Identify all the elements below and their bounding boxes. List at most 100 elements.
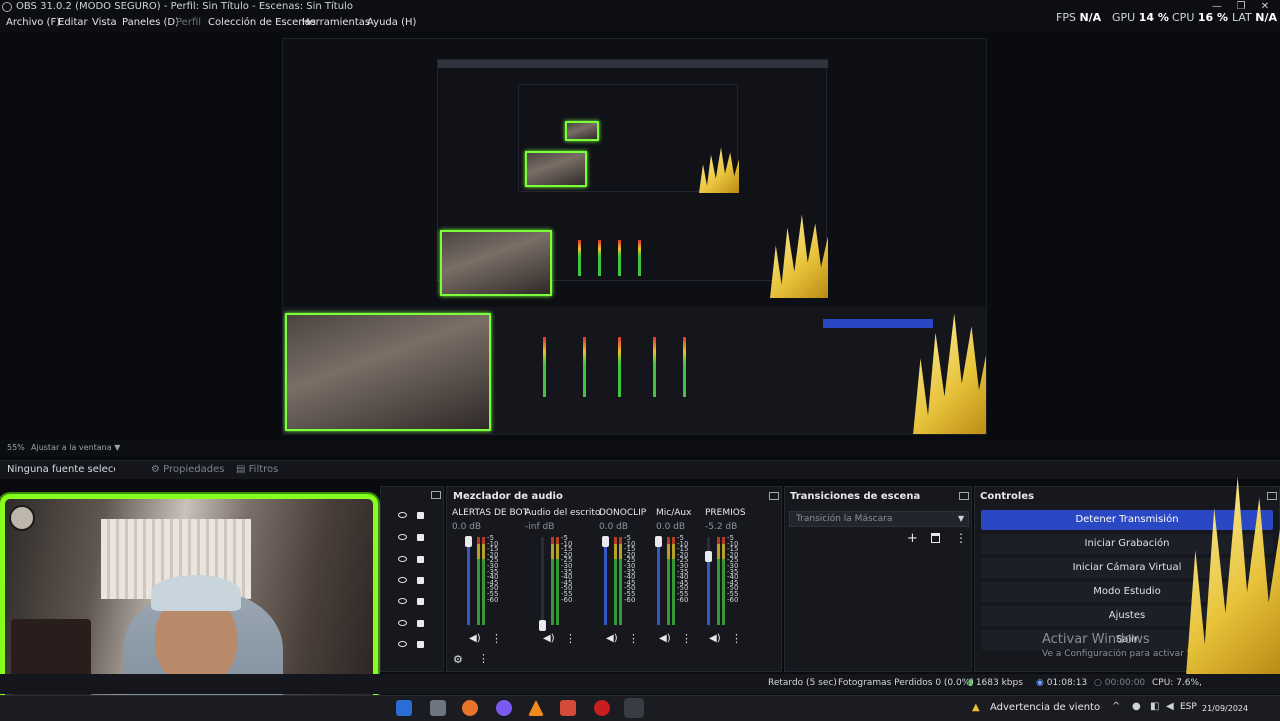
volume-slider-track[interactable] bbox=[541, 537, 544, 625]
tray-chevron-icon[interactable]: ^ bbox=[1112, 701, 1120, 712]
transition-menu-icon[interactable]: ⋮ bbox=[955, 531, 967, 545]
filters-button[interactable]: ▤ Filtros bbox=[236, 464, 278, 475]
outlook-icon[interactable] bbox=[396, 700, 412, 716]
person-cap bbox=[151, 575, 241, 611]
channel-menu-icon[interactable]: ⋮ bbox=[565, 632, 576, 645]
dock-float-icon[interactable] bbox=[1267, 492, 1277, 500]
audio-meter bbox=[672, 537, 675, 625]
volume-slider-thumb[interactable] bbox=[655, 536, 662, 547]
menu-perfil[interactable]: Perfil bbox=[176, 17, 201, 28]
app-icon[interactable] bbox=[560, 700, 576, 716]
channel-db: -5.2 dB bbox=[705, 522, 738, 532]
eye-icon[interactable] bbox=[398, 641, 407, 647]
lock-icon[interactable] bbox=[417, 598, 424, 605]
speaker-icon[interactable]: ◀) bbox=[543, 633, 555, 644]
microphone-icon[interactable]: ● bbox=[1132, 701, 1141, 712]
start-recording-button[interactable]: Iniciar Grabación bbox=[981, 534, 1273, 554]
audio-meter bbox=[717, 537, 720, 625]
network-icon[interactable]: ◧ bbox=[1150, 701, 1159, 712]
eye-icon[interactable] bbox=[398, 598, 407, 604]
dock-float-icon[interactable] bbox=[769, 492, 779, 500]
nested-meter bbox=[578, 240, 581, 276]
zoom-fit-dropdown[interactable]: Ajustar a la ventana ▼ bbox=[31, 443, 120, 452]
channel-menu-icon[interactable]: ⋮ bbox=[731, 632, 742, 645]
dropped-frames-status: Fotogramas Perdidos 0 (0.0%) bbox=[838, 678, 974, 688]
channel-menu-icon[interactable]: ⋮ bbox=[628, 632, 639, 645]
menu-archivo[interactable]: Archivo (F) bbox=[6, 17, 60, 28]
fps-value: N/A bbox=[1079, 11, 1102, 24]
taskbar-date[interactable]: 21/09/2024 bbox=[1202, 704, 1248, 713]
nested-meter bbox=[598, 240, 601, 276]
channel-menu-icon[interactable]: ⋮ bbox=[681, 632, 692, 645]
menu-vista[interactable]: Vista bbox=[92, 17, 117, 28]
speaker-icon[interactable]: ◀) bbox=[469, 633, 481, 644]
lock-icon[interactable] bbox=[417, 534, 424, 541]
properties-button[interactable]: ⚙ Propiedades bbox=[151, 464, 224, 475]
volume-slider-thumb[interactable] bbox=[705, 551, 712, 562]
nested-meter bbox=[618, 240, 621, 276]
channel-db: -inf dB bbox=[525, 522, 555, 532]
audio-meter bbox=[556, 537, 559, 625]
wind-warning-label[interactable]: Advertencia de viento bbox=[990, 702, 1100, 713]
volume-icon[interactable]: ◀ bbox=[1166, 701, 1174, 712]
discord-icon[interactable] bbox=[496, 700, 512, 716]
mixer-settings-gear-icon[interactable]: ⚙ bbox=[453, 653, 463, 666]
firefox-icon[interactable] bbox=[462, 700, 478, 716]
language-indicator[interactable]: ESP bbox=[1180, 702, 1197, 712]
eye-icon[interactable] bbox=[398, 534, 407, 540]
fps-stat: FPS N/A bbox=[1056, 11, 1101, 24]
nested-webcam-3 bbox=[565, 121, 599, 141]
fps-label: FPS bbox=[1056, 11, 1076, 24]
file-explorer-icon[interactable] bbox=[430, 700, 446, 716]
wall-clock bbox=[9, 505, 35, 531]
speaker-icon[interactable]: ◀) bbox=[659, 633, 671, 644]
nested-spikes-2 bbox=[699, 147, 739, 193]
gear-icon: ⚙ bbox=[151, 464, 160, 475]
vlc-icon[interactable] bbox=[528, 700, 544, 716]
volume-slider-thumb[interactable] bbox=[539, 620, 546, 631]
speaker-icon[interactable]: ◀) bbox=[606, 633, 618, 644]
audio-meter bbox=[722, 537, 725, 625]
preview-canvas[interactable] bbox=[282, 38, 987, 435]
trash-icon[interactable] bbox=[931, 533, 940, 543]
meter-scale: -5 -10 -15 -20 -25 -30 -35 -40 -45 -50 -… bbox=[561, 534, 573, 604]
lock-icon[interactable] bbox=[417, 641, 424, 648]
nested-meter bbox=[583, 337, 586, 397]
obs-taskbar-icon[interactable] bbox=[624, 698, 644, 718]
eye-icon[interactable] bbox=[398, 512, 407, 518]
volume-slider-fill bbox=[467, 541, 470, 625]
lat-value: N/A bbox=[1255, 11, 1278, 24]
opera-icon[interactable] bbox=[594, 700, 610, 716]
lock-icon[interactable] bbox=[417, 577, 424, 584]
menu-paneles[interactable]: Paneles (D) bbox=[122, 17, 179, 28]
dock-float-icon[interactable] bbox=[959, 492, 969, 500]
eye-icon[interactable] bbox=[398, 577, 407, 583]
channel-name: Mic/Aux bbox=[656, 508, 692, 518]
add-transition-icon[interactable]: + bbox=[907, 531, 918, 546]
menu-herramientas[interactable]: Herramientas bbox=[302, 17, 370, 28]
lock-icon[interactable] bbox=[417, 556, 424, 563]
eye-icon[interactable] bbox=[398, 556, 407, 562]
channel-menu-icon[interactable]: ⋮ bbox=[491, 632, 502, 645]
volume-slider-thumb[interactable] bbox=[602, 536, 609, 547]
menu-coleccion-escenas[interactable]: Colección de Escenas bbox=[208, 17, 316, 28]
broadcast-icon: ◉ bbox=[1036, 678, 1044, 688]
menu-ayuda[interactable]: Ayuda (H) bbox=[367, 17, 416, 28]
activate-windows-title: Activar Windows bbox=[1042, 632, 1150, 647]
nested-meter bbox=[653, 337, 656, 397]
transition-select[interactable]: Transición la Máscara ▼ bbox=[789, 511, 969, 527]
chevron-down-icon: ▼ bbox=[114, 443, 121, 452]
menu-editar[interactable]: Editar bbox=[58, 17, 88, 28]
eye-icon[interactable] bbox=[398, 620, 407, 626]
filter-icon: ▤ bbox=[236, 464, 246, 475]
speaker-icon[interactable]: ◀) bbox=[709, 633, 721, 644]
stop-stream-button[interactable]: Detener Transmisión bbox=[981, 510, 1273, 530]
channel-db: 0.0 dB bbox=[452, 522, 482, 532]
lock-icon[interactable] bbox=[417, 512, 424, 519]
dock-float-icon[interactable] bbox=[431, 491, 441, 499]
obs-app-icon bbox=[2, 2, 12, 12]
volume-slider-thumb[interactable] bbox=[465, 536, 472, 547]
mixer-menu-icon[interactable]: ⋮ bbox=[478, 652, 489, 665]
volume-slider-fill bbox=[604, 541, 607, 625]
lock-icon[interactable] bbox=[417, 620, 424, 627]
